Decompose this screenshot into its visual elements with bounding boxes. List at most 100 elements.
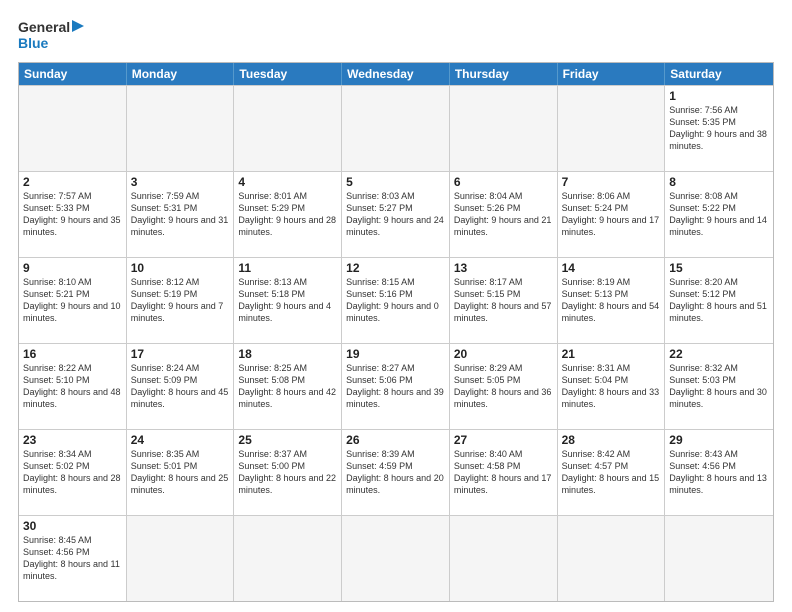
header-cell-wednesday: Wednesday xyxy=(342,63,450,85)
day-info: Sunrise: 8:43 AM Sunset: 4:56 PM Dayligh… xyxy=(669,448,769,497)
day-number: 29 xyxy=(669,433,769,447)
cal-cell-day-13: 13Sunrise: 8:17 AM Sunset: 5:15 PM Dayli… xyxy=(450,258,558,343)
day-info: Sunrise: 8:19 AM Sunset: 5:13 PM Dayligh… xyxy=(562,276,661,325)
cal-cell-day-21: 21Sunrise: 8:31 AM Sunset: 5:04 PM Dayli… xyxy=(558,344,666,429)
cal-cell-day-29: 29Sunrise: 8:43 AM Sunset: 4:56 PM Dayli… xyxy=(665,430,773,515)
cal-cell-day-10: 10Sunrise: 8:12 AM Sunset: 5:19 PM Dayli… xyxy=(127,258,235,343)
cal-cell-day-16: 16Sunrise: 8:22 AM Sunset: 5:10 PM Dayli… xyxy=(19,344,127,429)
day-info: Sunrise: 8:20 AM Sunset: 5:12 PM Dayligh… xyxy=(669,276,769,325)
day-number: 25 xyxy=(238,433,337,447)
cal-cell-empty-0-1 xyxy=(127,86,235,171)
cal-row-2: 9Sunrise: 8:10 AM Sunset: 5:21 PM Daylig… xyxy=(19,257,773,343)
cal-cell-day-11: 11Sunrise: 8:13 AM Sunset: 5:18 PM Dayli… xyxy=(234,258,342,343)
logo: GeneralBlue xyxy=(18,18,88,54)
cal-cell-day-15: 15Sunrise: 8:20 AM Sunset: 5:12 PM Dayli… xyxy=(665,258,773,343)
calendar-header-row: SundayMondayTuesdayWednesdayThursdayFrid… xyxy=(19,63,773,85)
day-number: 21 xyxy=(562,347,661,361)
day-number: 14 xyxy=(562,261,661,275)
day-info: Sunrise: 8:01 AM Sunset: 5:29 PM Dayligh… xyxy=(238,190,337,239)
generalblue-logo-icon: GeneralBlue xyxy=(18,18,88,54)
day-info: Sunrise: 7:56 AM Sunset: 5:35 PM Dayligh… xyxy=(669,104,769,153)
cal-cell-empty-0-2 xyxy=(234,86,342,171)
cal-row-4: 23Sunrise: 8:34 AM Sunset: 5:02 PM Dayli… xyxy=(19,429,773,515)
day-number: 4 xyxy=(238,175,337,189)
cal-cell-day-25: 25Sunrise: 8:37 AM Sunset: 5:00 PM Dayli… xyxy=(234,430,342,515)
cal-cell-day-12: 12Sunrise: 8:15 AM Sunset: 5:16 PM Dayli… xyxy=(342,258,450,343)
header-cell-saturday: Saturday xyxy=(665,63,773,85)
header-cell-monday: Monday xyxy=(127,63,235,85)
day-info: Sunrise: 8:03 AM Sunset: 5:27 PM Dayligh… xyxy=(346,190,445,239)
day-info: Sunrise: 8:13 AM Sunset: 5:18 PM Dayligh… xyxy=(238,276,337,325)
cal-row-5: 30Sunrise: 8:45 AM Sunset: 4:56 PM Dayli… xyxy=(19,515,773,601)
day-info: Sunrise: 8:39 AM Sunset: 4:59 PM Dayligh… xyxy=(346,448,445,497)
day-info: Sunrise: 8:40 AM Sunset: 4:58 PM Dayligh… xyxy=(454,448,553,497)
svg-text:General: General xyxy=(18,19,70,35)
cal-cell-day-4: 4Sunrise: 8:01 AM Sunset: 5:29 PM Daylig… xyxy=(234,172,342,257)
day-info: Sunrise: 8:35 AM Sunset: 5:01 PM Dayligh… xyxy=(131,448,230,497)
cal-cell-day-1: 1Sunrise: 7:56 AM Sunset: 5:35 PM Daylig… xyxy=(665,86,773,171)
cal-row-0: 1Sunrise: 7:56 AM Sunset: 5:35 PM Daylig… xyxy=(19,85,773,171)
calendar: SundayMondayTuesdayWednesdayThursdayFrid… xyxy=(18,62,774,602)
day-number: 20 xyxy=(454,347,553,361)
cal-cell-day-3: 3Sunrise: 7:59 AM Sunset: 5:31 PM Daylig… xyxy=(127,172,235,257)
day-number: 8 xyxy=(669,175,769,189)
day-number: 23 xyxy=(23,433,122,447)
day-number: 10 xyxy=(131,261,230,275)
day-number: 24 xyxy=(131,433,230,447)
cal-cell-empty-0-5 xyxy=(558,86,666,171)
day-number: 7 xyxy=(562,175,661,189)
day-number: 30 xyxy=(23,519,122,533)
cal-cell-day-20: 20Sunrise: 8:29 AM Sunset: 5:05 PM Dayli… xyxy=(450,344,558,429)
cal-row-3: 16Sunrise: 8:22 AM Sunset: 5:10 PM Dayli… xyxy=(19,343,773,429)
day-number: 15 xyxy=(669,261,769,275)
day-number: 17 xyxy=(131,347,230,361)
day-info: Sunrise: 8:06 AM Sunset: 5:24 PM Dayligh… xyxy=(562,190,661,239)
day-info: Sunrise: 8:25 AM Sunset: 5:08 PM Dayligh… xyxy=(238,362,337,411)
header-cell-tuesday: Tuesday xyxy=(234,63,342,85)
cal-cell-day-17: 17Sunrise: 8:24 AM Sunset: 5:09 PM Dayli… xyxy=(127,344,235,429)
cal-cell-day-27: 27Sunrise: 8:40 AM Sunset: 4:58 PM Dayli… xyxy=(450,430,558,515)
day-info: Sunrise: 8:10 AM Sunset: 5:21 PM Dayligh… xyxy=(23,276,122,325)
day-info: Sunrise: 8:24 AM Sunset: 5:09 PM Dayligh… xyxy=(131,362,230,411)
cal-cell-empty-5-1 xyxy=(127,516,235,601)
cal-cell-empty-5-6 xyxy=(665,516,773,601)
cal-cell-empty-0-3 xyxy=(342,86,450,171)
cal-cell-day-8: 8Sunrise: 8:08 AM Sunset: 5:22 PM Daylig… xyxy=(665,172,773,257)
day-number: 1 xyxy=(669,89,769,103)
day-number: 11 xyxy=(238,261,337,275)
day-info: Sunrise: 8:45 AM Sunset: 4:56 PM Dayligh… xyxy=(23,534,122,583)
cal-cell-day-24: 24Sunrise: 8:35 AM Sunset: 5:01 PM Dayli… xyxy=(127,430,235,515)
cal-cell-day-18: 18Sunrise: 8:25 AM Sunset: 5:08 PM Dayli… xyxy=(234,344,342,429)
cal-cell-day-23: 23Sunrise: 8:34 AM Sunset: 5:02 PM Dayli… xyxy=(19,430,127,515)
header-cell-thursday: Thursday xyxy=(450,63,558,85)
day-number: 5 xyxy=(346,175,445,189)
cal-cell-empty-5-4 xyxy=(450,516,558,601)
day-info: Sunrise: 8:08 AM Sunset: 5:22 PM Dayligh… xyxy=(669,190,769,239)
day-number: 28 xyxy=(562,433,661,447)
day-number: 18 xyxy=(238,347,337,361)
day-info: Sunrise: 8:17 AM Sunset: 5:15 PM Dayligh… xyxy=(454,276,553,325)
day-number: 2 xyxy=(23,175,122,189)
cal-cell-empty-5-3 xyxy=(342,516,450,601)
day-number: 19 xyxy=(346,347,445,361)
cal-row-1: 2Sunrise: 7:57 AM Sunset: 5:33 PM Daylig… xyxy=(19,171,773,257)
day-info: Sunrise: 8:34 AM Sunset: 5:02 PM Dayligh… xyxy=(23,448,122,497)
cal-cell-empty-0-0 xyxy=(19,86,127,171)
day-info: Sunrise: 7:59 AM Sunset: 5:31 PM Dayligh… xyxy=(131,190,230,239)
day-number: 9 xyxy=(23,261,122,275)
cal-cell-day-14: 14Sunrise: 8:19 AM Sunset: 5:13 PM Dayli… xyxy=(558,258,666,343)
day-number: 22 xyxy=(669,347,769,361)
cal-cell-day-30: 30Sunrise: 8:45 AM Sunset: 4:56 PM Dayli… xyxy=(19,516,127,601)
cal-cell-day-28: 28Sunrise: 8:42 AM Sunset: 4:57 PM Dayli… xyxy=(558,430,666,515)
day-number: 13 xyxy=(454,261,553,275)
cal-cell-empty-5-2 xyxy=(234,516,342,601)
cal-cell-day-26: 26Sunrise: 8:39 AM Sunset: 4:59 PM Dayli… xyxy=(342,430,450,515)
svg-text:Blue: Blue xyxy=(18,35,49,51)
cal-cell-day-2: 2Sunrise: 7:57 AM Sunset: 5:33 PM Daylig… xyxy=(19,172,127,257)
day-info: Sunrise: 8:12 AM Sunset: 5:19 PM Dayligh… xyxy=(131,276,230,325)
cal-cell-day-5: 5Sunrise: 8:03 AM Sunset: 5:27 PM Daylig… xyxy=(342,172,450,257)
cal-cell-empty-0-4 xyxy=(450,86,558,171)
day-info: Sunrise: 8:27 AM Sunset: 5:06 PM Dayligh… xyxy=(346,362,445,411)
day-info: Sunrise: 8:15 AM Sunset: 5:16 PM Dayligh… xyxy=(346,276,445,325)
day-number: 26 xyxy=(346,433,445,447)
